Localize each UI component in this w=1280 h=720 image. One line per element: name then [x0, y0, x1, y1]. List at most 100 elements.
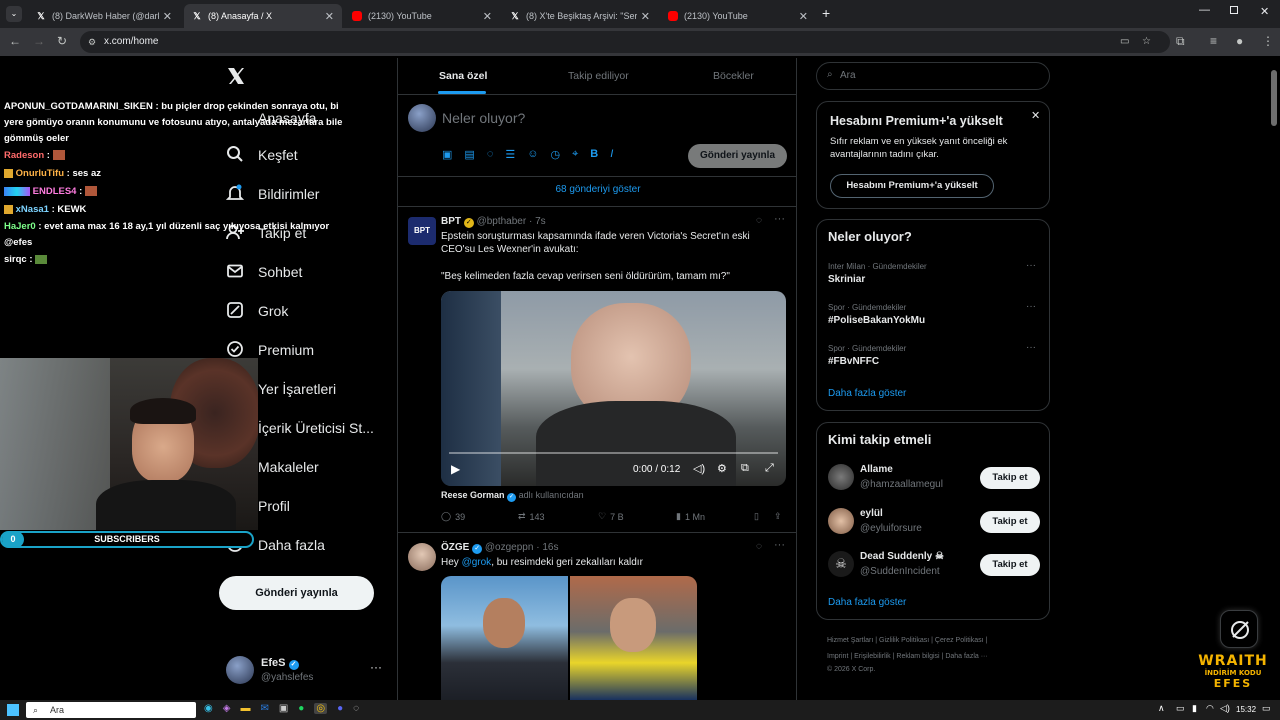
close-window-icon[interactable]: ✕	[1260, 5, 1269, 18]
trend-item[interactable]: Inter Milan · Gündemdekiler Skriniar ···	[828, 260, 1040, 285]
close-icon[interactable]: ✕	[325, 10, 334, 23]
follow-button[interactable]: Takip et	[980, 467, 1040, 489]
tweet-video[interactable]: ▶ 0:00 / 0:12 ◁) ⚙ ⧉ ⤢	[441, 291, 786, 486]
footer-link[interactable]: Erişilebilirlik	[854, 653, 891, 660]
fullscreen-icon[interactable]: ⤢	[765, 462, 774, 475]
reply-button[interactable]: ◯ 39	[441, 511, 465, 522]
more-dots-icon[interactable]: ···	[774, 213, 785, 225]
footer-link[interactable]: Reklam bilgisi	[896, 653, 939, 660]
mention-link[interactable]: @grok	[462, 557, 492, 568]
tweet-handle[interactable]: @ozgeppn	[485, 542, 534, 553]
menu-kebab-icon[interactable]: ⋮	[1262, 34, 1274, 48]
scrollbar-thumb[interactable]	[1271, 70, 1277, 126]
tweet[interactable]: BPT BPT ✓ @bpthaber · 7s ◌ ··· Epstein s…	[398, 207, 796, 532]
bookmark-icon[interactable]: ▯	[754, 511, 759, 522]
tray-chevron-icon[interactable]: ∧	[1158, 703, 1165, 714]
extensions-icon[interactable]: ⧉	[1176, 34, 1185, 49]
trend-item[interactable]: Spor · Gündemdekiler #FBvNFFC ···	[828, 342, 1040, 367]
trends-show-more-link[interactable]: Daha fazla göster	[828, 388, 906, 399]
close-icon[interactable]: ✕	[641, 10, 650, 23]
more-dots-icon[interactable]: ···	[774, 539, 785, 551]
grok-icon[interactable]: ◌	[487, 148, 494, 161]
tab-following[interactable]: Takip ediliyor	[568, 58, 629, 94]
volume-icon[interactable]: ◁)	[693, 462, 705, 475]
close-icon[interactable]: ✕	[1031, 109, 1040, 122]
follow-button[interactable]: Takip et	[980, 511, 1040, 533]
composer-input[interactable]: Neler oluyor?	[442, 110, 525, 126]
premium-upgrade-button[interactable]: Hesabını Premium+'a yükselt	[830, 174, 994, 198]
browser-tab[interactable]: (2130) YouTube ✕	[344, 4, 500, 28]
more-dots-icon[interactable]: ···	[1026, 301, 1036, 312]
pip-icon[interactable]: ⧉	[741, 462, 749, 475]
close-icon[interactable]: ✕	[799, 10, 808, 23]
page-scrollbar[interactable]	[1271, 62, 1277, 698]
footer-link[interactable]: Daha fazla ···	[945, 653, 987, 660]
more-dots-icon[interactable]: ···	[370, 660, 382, 674]
file-explorer-icon[interactable]: ▬	[240, 703, 250, 714]
bold-icon[interactable]: B	[590, 148, 598, 161]
tweet[interactable]: ÖZGE ✓ @ozgeppn · 16s ◌ ··· Hey @grok, b…	[398, 533, 796, 700]
follow-button[interactable]: Takip et	[980, 554, 1040, 576]
composer-post-button[interactable]: Gönderi yayınla	[688, 144, 787, 168]
new-tab-button[interactable]: +	[822, 5, 830, 21]
show-more-posts-link[interactable]: 68 gönderiyi göster	[398, 184, 796, 195]
wifi-icon[interactable]: ◠	[1206, 703, 1214, 714]
copilot-icon[interactable]: ◈	[223, 703, 231, 714]
italic-icon[interactable]: I	[610, 148, 613, 161]
footer-link[interactable]: Gizlilik Politikası	[879, 637, 929, 644]
browser-tab-active[interactable]: 𝕏 (8) Anasayfa / X ✕	[184, 4, 342, 28]
mic-icon[interactable]: ▮	[1192, 703, 1197, 714]
grok-float-button[interactable]	[1220, 610, 1258, 648]
tab-for-you[interactable]: Sana özel	[439, 58, 487, 94]
gif-icon[interactable]: ▤	[464, 148, 474, 161]
account-switcher[interactable]: EfeS ✓ @yahslefes ···	[226, 654, 386, 688]
video-progress-bar[interactable]	[449, 452, 778, 454]
x-home-logo[interactable]	[226, 66, 246, 86]
schedule-icon[interactable]: ◷	[550, 148, 560, 161]
who-to-follow-show-more-link[interactable]: Daha fazla göster	[828, 597, 906, 608]
minimize-window-icon[interactable]: —	[1199, 4, 1210, 16]
browser-tab[interactable]: (2130) YouTube ✕	[660, 4, 816, 28]
credit-author[interactable]: Reese Gorman	[441, 490, 505, 500]
spotify-icon[interactable]: ●	[298, 703, 304, 714]
tab-search-button[interactable]: ⌄	[6, 6, 22, 22]
back-arrow-icon[interactable]: ←	[9, 34, 21, 48]
browser-tab[interactable]: 𝕏 (8) DarkWeb Haber (@darkweb ✕	[28, 4, 180, 28]
volume-icon[interactable]: ◁)	[1220, 703, 1230, 714]
store-icon[interactable]: ▣	[279, 703, 288, 714]
cast-icon[interactable]: ▭	[1120, 31, 1129, 53]
address-bar[interactable]: ⚙ x.com/home ▭ ☆	[80, 31, 1170, 53]
tweet-author[interactable]: BPT	[441, 216, 461, 227]
trend-item[interactable]: Spor · Gündemdekiler #PoliseBakanYokMu ·…	[828, 301, 1040, 326]
tab-bugs[interactable]: Böcekler	[713, 58, 754, 94]
footer-link[interactable]: Hizmet Şartları	[827, 637, 873, 644]
edge-icon[interactable]: ◉	[204, 703, 213, 714]
tweet-handle[interactable]: @bpthaber	[477, 216, 527, 227]
network-icon[interactable]: ▭	[1176, 703, 1185, 714]
profile-icon[interactable]: ●	[1236, 34, 1243, 48]
close-icon[interactable]: ✕	[483, 10, 492, 23]
image-icon[interactable]: ▣	[442, 148, 452, 161]
footer-link[interactable]: Çerez Politikası	[935, 637, 984, 644]
app-icon[interactable]: ◌	[353, 703, 359, 714]
follow-suggestion[interactable]: eylül @eyluiforsure Takip et	[817, 505, 1051, 541]
restore-window-icon[interactable]	[1230, 6, 1238, 14]
reload-icon[interactable]: ↻	[57, 34, 67, 48]
clock[interactable]: 15:32	[1236, 705, 1256, 714]
footer-link[interactable]: Imprint	[827, 653, 848, 660]
close-icon[interactable]: ✕	[163, 10, 172, 23]
bookmark-star-icon[interactable]: ☆	[1142, 31, 1151, 53]
search-input[interactable]: ⌕ Ara	[816, 62, 1050, 90]
notifications-icon[interactable]: ▭	[1262, 703, 1271, 714]
tweet-time[interactable]: · 7s	[529, 216, 546, 227]
tweet-image[interactable]	[441, 576, 697, 700]
emoji-icon[interactable]: ☺	[527, 148, 538, 161]
chrome-icon[interactable]: ◎	[314, 703, 328, 714]
repost-button[interactable]: ⇄ 143	[518, 511, 545, 522]
site-info-icon[interactable]: ⚙	[88, 31, 96, 53]
media-control-icon[interactable]: ≡	[1210, 34, 1217, 48]
share-icon[interactable]: ⇪	[774, 511, 782, 522]
tweet-author[interactable]: ÖZGE	[441, 542, 469, 553]
like-button[interactable]: ♡ 7 B	[598, 511, 624, 522]
settings-gear-icon[interactable]: ⚙	[717, 462, 727, 475]
